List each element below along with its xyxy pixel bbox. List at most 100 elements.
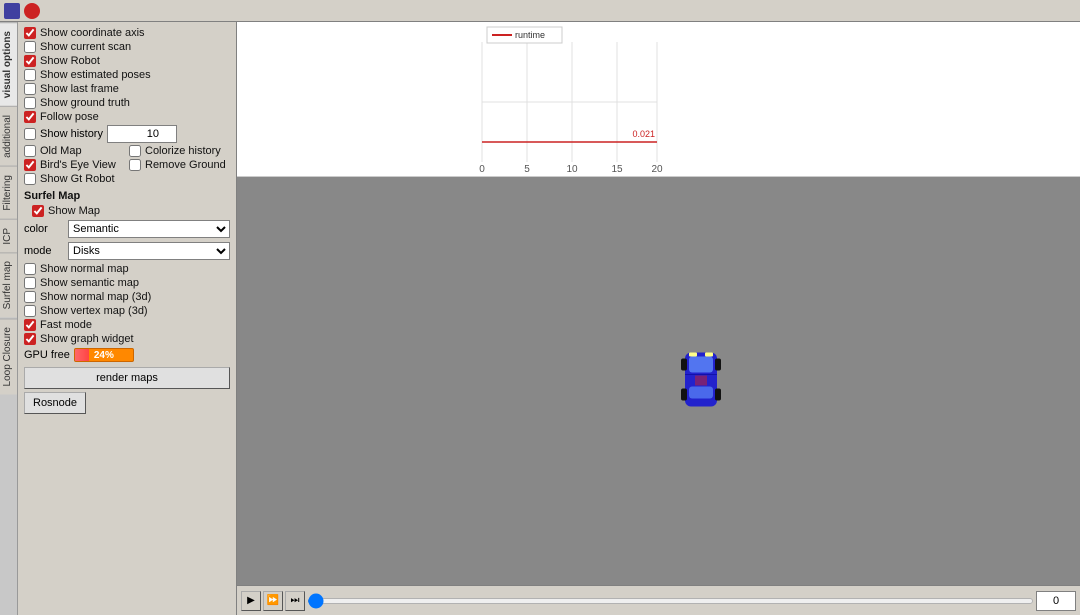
label-semantic-map: Show semantic map [40, 277, 139, 289]
gpu-free-row: GPU free 24% [24, 346, 230, 364]
checkbox-show-map: Show Map [24, 204, 230, 218]
svg-text:20: 20 [651, 164, 663, 175]
label-show-history: Show history [40, 128, 103, 140]
checkbox-estimated-poses-input[interactable] [24, 69, 36, 81]
svg-text:15: 15 [611, 164, 623, 175]
checkbox-show-last-frame: Show last frame [24, 82, 230, 96]
app-icon [4, 3, 20, 19]
tab-surfel-map[interactable]: Surfel map [0, 252, 17, 317]
tab-additional[interactable]: additional [0, 106, 17, 166]
checkbox-remove-ground-input[interactable] [129, 159, 141, 171]
label-normal-map-3d: Show normal map (3d) [40, 291, 151, 303]
render-maps-button[interactable]: render maps [24, 367, 230, 389]
label-show-map: Show Map [48, 205, 100, 217]
checkbox-graph-widget-input[interactable] [24, 333, 36, 345]
checkbox-show-normal-map: Show normal map [24, 262, 230, 276]
step-forward-icon: ⏩ [267, 595, 279, 606]
checkbox-birds-eye-view-input[interactable] [24, 159, 36, 171]
tab-filtering[interactable]: Filtering [0, 166, 17, 219]
sidebar: visual options additional Filtering ICP … [0, 22, 237, 615]
color-select[interactable]: Semantic Normal RGB Intensity [68, 220, 230, 238]
checkbox-show-gt-robot: Show Gt Robot [24, 172, 230, 186]
play-icon: ▶ [247, 595, 255, 606]
two-col-row2: Bird's Eye View Remove Ground [24, 158, 230, 172]
label-estimated-poses: Show estimated poses [40, 69, 151, 81]
checkbox-colorize-history: Colorize history [129, 144, 230, 158]
mode-select-row: mode Disks Points Normals [24, 240, 230, 262]
tab-visual-options[interactable]: visual options [0, 22, 17, 106]
checkbox-show-normal-map-3d: Show normal map (3d) [24, 290, 230, 304]
checkbox-show-current-scan: Show current scan [24, 40, 230, 54]
checkbox-current-scan-input[interactable] [24, 41, 36, 53]
checkbox-vertex-map-3d-input[interactable] [24, 305, 36, 317]
checkbox-birds-eye-view: Bird's Eye View [24, 158, 125, 172]
checkbox-normal-map-3d-input[interactable] [24, 291, 36, 303]
car-svg [681, 345, 721, 415]
checkbox-normal-map-input[interactable] [24, 263, 36, 275]
label-old-map: Old Map [40, 145, 82, 157]
checkbox-follow-pose-input[interactable] [24, 111, 36, 123]
checkbox-follow-pose: Follow pose [24, 110, 230, 124]
checkbox-colorize-history-input[interactable] [129, 145, 141, 157]
close-icon[interactable] [24, 3, 40, 19]
main-view: 0 5 10 15 20 0.021 runtime [237, 22, 1080, 615]
fast-forward-button[interactable]: ⏭ [285, 591, 305, 611]
gpu-progress-text: 24% [75, 349, 133, 361]
label-current-scan: Show current scan [40, 41, 131, 53]
checkbox-show-ground-truth: Show ground truth [24, 96, 230, 110]
viewport-area [237, 177, 1080, 585]
checkbox-fast-mode-input[interactable] [24, 319, 36, 331]
tab-loop-closure[interactable]: Loop Closure [0, 318, 17, 394]
checkbox-ground-truth-input[interactable] [24, 97, 36, 109]
label-normal-map: Show normal map [40, 263, 129, 275]
checkbox-gt-robot-input[interactable] [24, 173, 36, 185]
title-bar [0, 0, 1080, 22]
step-forward-button[interactable]: ⏩ [263, 591, 283, 611]
label-colorize-history: Colorize history [145, 145, 221, 157]
svg-text:runtime: runtime [515, 30, 545, 40]
chart-area: 0 5 10 15 20 0.021 runtime [237, 22, 1080, 177]
checkbox-show-estimated-poses: Show estimated poses [24, 68, 230, 82]
color-label: color [24, 223, 64, 235]
surfel-map-header: Surfel Map [24, 190, 230, 202]
label-remove-ground: Remove Ground [145, 159, 226, 171]
checkbox-fast-mode: Fast mode [24, 318, 230, 332]
label-birds-eye-view: Bird's Eye View [40, 159, 116, 171]
history-spinbox[interactable] [107, 125, 177, 143]
label-fast-mode: Fast mode [40, 319, 92, 331]
checkbox-coordinate-axis-input[interactable] [24, 27, 36, 39]
label-coordinate-axis: Show coordinate axis [40, 27, 145, 39]
label-follow-pose: Follow pose [40, 111, 99, 123]
bottom-bar: ▶ ⏩ ⏭ 0 [237, 585, 1080, 615]
checkbox-show-history-input[interactable] [24, 128, 36, 140]
frame-counter: 0 [1036, 591, 1076, 611]
checkbox-remove-ground: Remove Ground [129, 158, 230, 172]
gpu-progress-bar: 24% [74, 348, 134, 362]
checkbox-show-vertex-map-3d: Show vertex map (3d) [24, 304, 230, 318]
rosnode-button[interactable]: Rosnode [24, 392, 86, 414]
label-ground-truth: Show ground truth [40, 97, 130, 109]
checkbox-show-map-input[interactable] [32, 205, 44, 217]
mode-select[interactable]: Disks Points Normals [68, 242, 230, 260]
checkbox-last-frame-input[interactable] [24, 83, 36, 95]
play-button[interactable]: ▶ [241, 591, 261, 611]
tab-icp[interactable]: ICP [0, 219, 17, 253]
svg-text:10: 10 [566, 164, 578, 175]
svg-text:0: 0 [479, 164, 485, 175]
tab-bar: visual options additional Filtering ICP … [0, 22, 18, 615]
checkbox-show-graph-widget: Show graph widget [24, 332, 230, 346]
checkbox-old-map-input[interactable] [24, 145, 36, 157]
label-graph-widget: Show graph widget [40, 333, 134, 345]
car-container [681, 345, 721, 418]
main-container: visual options additional Filtering ICP … [0, 22, 1080, 615]
fast-forward-icon: ⏭ [291, 595, 300, 606]
mode-label: mode [24, 245, 64, 257]
timeline-slider[interactable] [307, 598, 1034, 604]
label-last-frame: Show last frame [40, 83, 119, 95]
checkbox-robot-input[interactable] [24, 55, 36, 67]
label-robot: Show Robot [40, 55, 100, 67]
checkbox-semantic-map-input[interactable] [24, 277, 36, 289]
checkbox-show-semantic-map: Show semantic map [24, 276, 230, 290]
two-col-row1: Old Map Colorize history [24, 144, 230, 158]
color-select-row: color Semantic Normal RGB Intensity [24, 218, 230, 240]
